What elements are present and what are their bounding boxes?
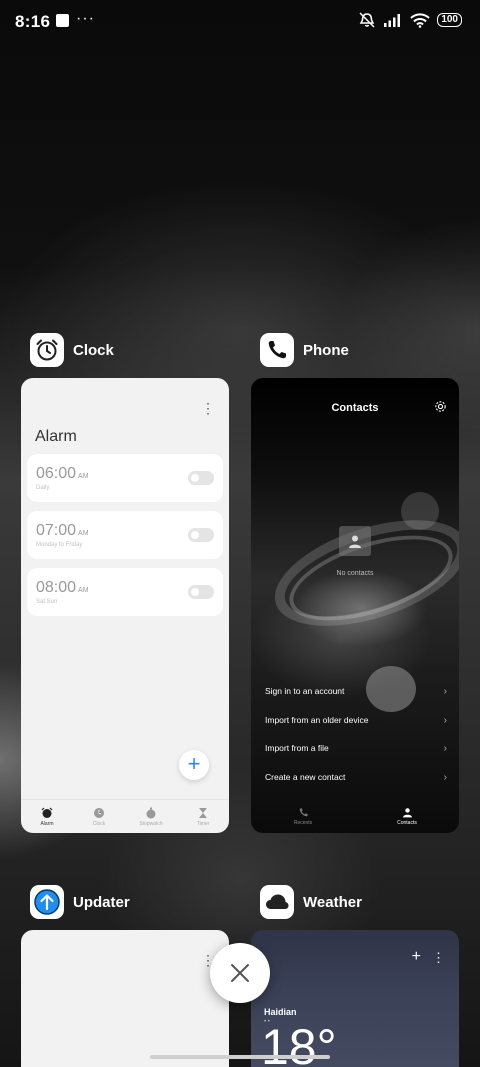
chevron-right-icon: › — [443, 771, 447, 783]
stopwatch-tab-icon — [146, 807, 156, 818]
close-icon — [231, 964, 249, 982]
tab-timer-label: Timer — [196, 820, 210, 827]
status-time: 8:16 — [15, 12, 51, 31]
cloud-icon — [260, 885, 294, 919]
settings-gear-icon[interactable] — [434, 400, 447, 413]
sign-in-row[interactable]: Sign in to an account › — [265, 683, 447, 699]
phone-icon — [260, 333, 294, 367]
alarm-title: Alarm — [35, 428, 77, 445]
phone-app-header[interactable]: Phone — [260, 333, 349, 367]
updater-card[interactable]: ⋮ — [21, 930, 229, 1067]
tab-clock-label: Clock — [92, 820, 106, 827]
alarm-time: 07:00 — [36, 522, 77, 539]
clock-app-header[interactable]: Clock — [30, 333, 114, 367]
clock-app-name: Clock — [73, 341, 114, 359]
more-options-icon[interactable]: ⋮ — [201, 400, 215, 417]
home-indicator[interactable] — [150, 1055, 330, 1059]
contact-placeholder-icon — [339, 526, 371, 556]
phone-bottom-nav: Recents Contacts — [251, 799, 459, 833]
import-older-device-row[interactable]: Import from an older device › — [265, 712, 447, 728]
alarm-repeat-label: Monday to Friday — [36, 542, 83, 548]
temperature: 18° — [261, 1019, 337, 1067]
row-label: Import from an older device — [265, 715, 369, 725]
updater-app-header[interactable]: Updater — [30, 885, 130, 919]
create-contact-row[interactable]: Create a new contact › — [265, 769, 447, 785]
row-label: Sign in to an account — [265, 686, 345, 696]
battery-icon: 100 — [437, 13, 462, 27]
tab-stopwatch-label: Stopwatch — [139, 820, 163, 827]
clock-card[interactable]: ⋮ Alarm 06:00 AM Daily 07:00 AM Monday to … — [21, 378, 229, 833]
add-city-icon[interactable]: + — [412, 948, 421, 966]
import-file-row[interactable]: Import from a file › — [265, 740, 447, 756]
alarm-time: 08:00 — [36, 579, 77, 596]
alarm-row[interactable]: 07:00 AM Monday to Friday — [27, 511, 223, 559]
timer-tab-icon — [199, 807, 207, 818]
tab-recents[interactable]: Recents — [251, 799, 355, 833]
alarm-time: 06:00 — [36, 465, 77, 482]
alarm-repeat-label: Daily — [36, 485, 50, 491]
chevron-right-icon: › — [443, 742, 447, 754]
phone-app-name: Phone — [303, 341, 349, 359]
weather-app-header[interactable]: Weather — [260, 885, 362, 919]
updater-arrow-icon — [30, 885, 64, 919]
mute-icon — [359, 12, 375, 28]
alarm-toggle[interactable] — [188, 528, 214, 542]
tab-recents-label: Recents — [293, 819, 313, 826]
no-contacts-text: No contacts — [336, 570, 374, 577]
more-dots-icon: ··· — [76, 10, 95, 27]
alarm-row[interactable]: 08:00 AM Sat Sun — [27, 568, 223, 616]
recents-phone-icon — [299, 807, 308, 816]
more-options-icon[interactable]: ⋮ — [432, 950, 445, 966]
clock-tab-icon — [94, 807, 104, 818]
alarm-tab-icon — [41, 807, 53, 818]
clear-all-button[interactable] — [210, 943, 270, 1003]
tab-alarm-label: Alarm — [40, 820, 54, 827]
status-bar: 8:16 ··· 100 — [0, 0, 480, 44]
alarm-toggle[interactable] — [188, 471, 214, 485]
alarm-toggle[interactable] — [188, 585, 214, 599]
tab-contacts[interactable]: Contacts — [355, 799, 459, 833]
alarm-ampm: AM — [78, 587, 89, 594]
clock-bottom-nav: Alarm Clock Stopwatch Timer — [21, 799, 229, 833]
wifi-icon — [410, 12, 431, 28]
alarm-clock-icon — [30, 333, 64, 367]
alarm-ampm: AM — [78, 530, 89, 537]
alarm-row[interactable]: 06:00 AM Daily — [27, 454, 223, 502]
chevron-right-icon: › — [443, 685, 447, 697]
alarm-repeat-label: Sat Sun — [36, 599, 58, 605]
tab-alarm[interactable]: Alarm — [21, 800, 73, 833]
city-name: Haidian — [264, 1007, 297, 1017]
chevron-right-icon: › — [443, 714, 447, 726]
tab-contacts-label: Contacts — [397, 819, 417, 826]
tab-timer[interactable]: Timer — [177, 800, 229, 833]
weather-card[interactable]: + ⋮ Haidian • • 18° — [251, 930, 459, 1067]
updater-app-name: Updater — [73, 893, 130, 911]
contacts-title: Contacts — [331, 402, 379, 414]
row-label: Create a new contact — [265, 772, 346, 782]
add-alarm-button[interactable]: + — [179, 750, 209, 780]
tab-stopwatch[interactable]: Stopwatch — [125, 800, 177, 833]
contacts-person-icon — [402, 807, 412, 817]
signal-icon — [384, 14, 401, 27]
weather-app-name: Weather — [303, 893, 362, 911]
tab-clock[interactable]: Clock — [73, 800, 125, 833]
notification-square-icon — [56, 14, 69, 27]
alarm-ampm: AM — [78, 473, 89, 480]
phone-card[interactable]: Contacts No contacts Sign in to an accou… — [251, 378, 459, 833]
row-label: Import from a file — [265, 743, 329, 753]
